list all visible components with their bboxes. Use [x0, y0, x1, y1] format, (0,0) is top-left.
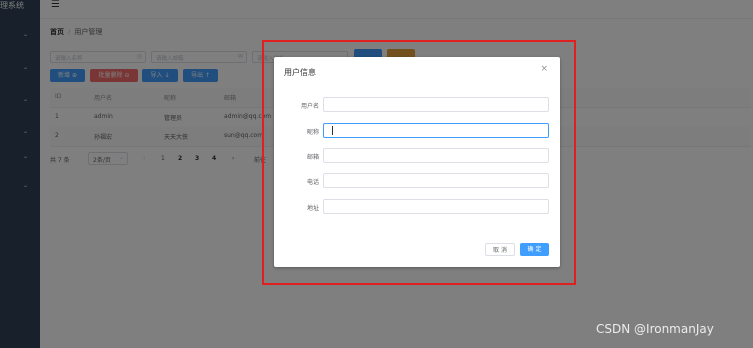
username-field[interactable]	[323, 97, 549, 112]
nickname-label: 昵称	[306, 129, 319, 136]
user-info-dialog: 用户信息 × 用户名 昵称 邮箱 电话 地址 取 消 确 定	[274, 57, 560, 267]
address-label: 地址	[306, 205, 319, 212]
watermark: CSDN @IronmanJay	[596, 322, 714, 336]
form-row-email: 邮箱	[274, 148, 560, 164]
close-icon[interactable]: ×	[540, 64, 548, 74]
form-row-username: 用户名	[274, 97, 560, 113]
email-label: 邮箱	[306, 154, 319, 161]
username-label: 用户名	[300, 103, 319, 110]
email-field[interactable]	[323, 148, 549, 163]
confirm-button[interactable]: 确 定	[520, 243, 549, 256]
nickname-field[interactable]	[323, 123, 549, 138]
phone-field[interactable]	[323, 173, 549, 188]
phone-label: 电话	[306, 179, 319, 186]
form-row-nickname: 昵称	[274, 123, 560, 139]
text-cursor	[332, 126, 333, 135]
cancel-button[interactable]: 取 消	[485, 243, 515, 256]
form-row-address: 地址	[274, 199, 560, 215]
address-field[interactable]	[323, 199, 549, 214]
dialog-title: 用户信息	[284, 68, 316, 77]
form-row-phone: 电话	[274, 173, 560, 189]
